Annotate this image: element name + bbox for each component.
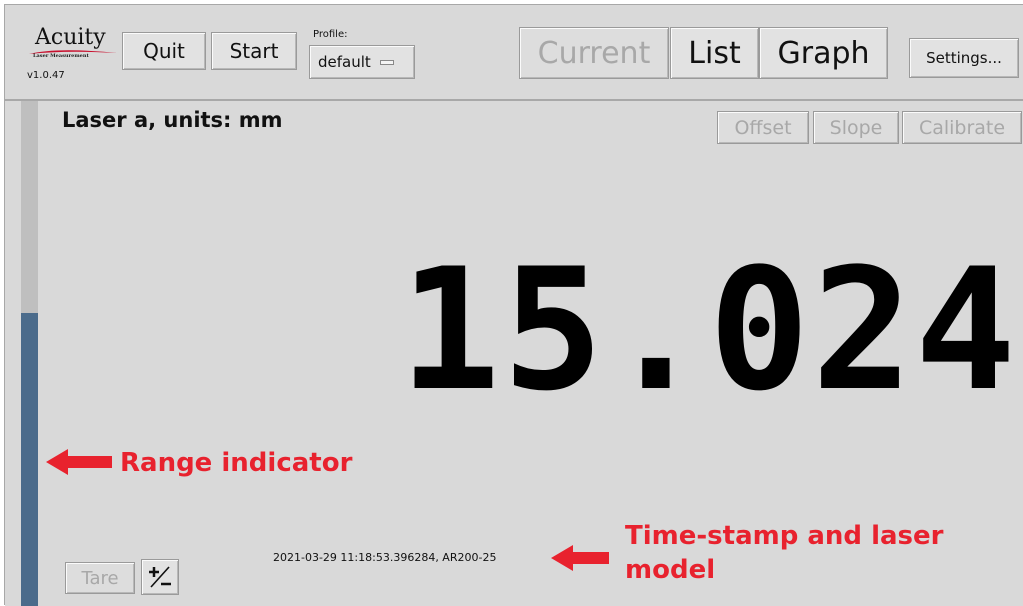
start-button[interactable]: Start: [211, 32, 297, 70]
logo-subtext: Laser Measurement: [33, 53, 89, 59]
profile-value: default: [318, 53, 371, 71]
tab-list[interactable]: List: [670, 27, 759, 79]
quit-button[interactable]: Quit: [122, 32, 206, 70]
range-indicator-annotation: Range indicator: [120, 448, 353, 478]
tare-button[interactable]: Tare: [65, 562, 135, 594]
timestamp-annotation-arrow-icon: [551, 545, 609, 571]
measurement-reading: 15.024: [399, 232, 1018, 428]
tab-graph[interactable]: Graph: [759, 27, 888, 79]
version-label: v1.0.47: [27, 70, 65, 81]
timestamp-label: 2021-03-29 11:18:53.396284, AR200-25: [273, 551, 497, 564]
timestamp-annotation: Time-stamp and laser model: [625, 521, 944, 585]
settings-button[interactable]: Settings...: [909, 38, 1019, 78]
profile-label: Profile:: [313, 29, 348, 40]
acuity-logo: Acuity Laser Measurement v1.0.47: [27, 25, 122, 85]
panel-title: Laser a, units: mm: [62, 108, 283, 132]
range-annotation-arrow-icon: [46, 449, 112, 475]
slope-button[interactable]: Slope: [813, 111, 899, 144]
tab-current[interactable]: Current: [519, 27, 669, 79]
offset-button[interactable]: Offset: [717, 111, 809, 144]
plus-minus-button[interactable]: [141, 559, 179, 595]
profile-select[interactable]: default: [309, 45, 415, 79]
app-window: Acuity Laser Measurement v1.0.47 Quit St…: [4, 4, 1023, 606]
dropdown-indicator-icon: [379, 59, 394, 65]
calibrate-button[interactable]: Calibrate: [902, 111, 1022, 144]
toolbar: Acuity Laser Measurement v1.0.47 Quit St…: [5, 5, 1023, 93]
plus-minus-icon: [149, 566, 171, 588]
